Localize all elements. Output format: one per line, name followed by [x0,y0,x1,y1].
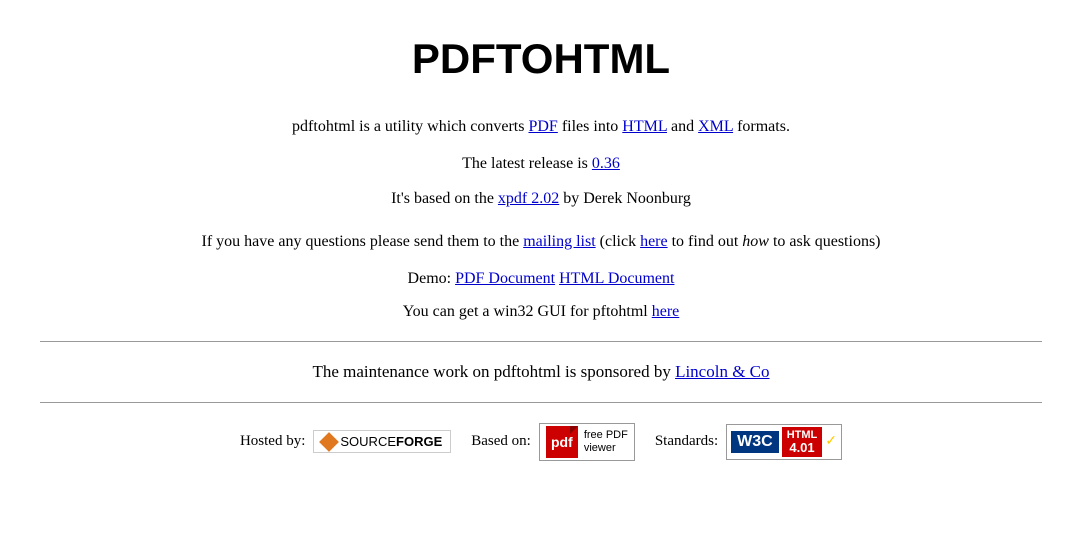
xpdf-paragraph: It's based on the xpdf 2.02 by Derek Noo… [40,185,1042,212]
intro-paragraph: pdftohtml is a utility which converts PD… [40,113,1042,140]
based-on-item: Based on: pdf free PDF viewer [471,423,635,461]
demo-paragraph: Demo: PDF Document HTML Document [40,270,1042,288]
intro-text-mid1: files into [558,118,622,135]
win32-section: You can get a win32 GUI for pftohtml her… [40,303,1042,321]
lincoln-co-link[interactable]: Lincoln & Co [675,362,769,381]
main-container: PDFTOHTML pdftohtml is a utility which c… [0,0,1082,501]
how-text: how [742,233,769,250]
pdf-viewer-badge[interactable]: pdf free PDF viewer [539,423,635,461]
questions-text-end: to ask questions) [769,233,881,250]
sf-text: SOURCEFORGE [340,434,442,449]
win32-paragraph: You can get a win32 GUI for pftohtml her… [40,303,1042,321]
questions-text-after: to find out [668,233,743,250]
intro-section: pdftohtml is a utility which converts PD… [40,113,1042,140]
xml-link[interactable]: XML [698,118,733,135]
divider-bottom [40,402,1042,403]
questions-section: If you have any questions please send th… [40,228,1042,255]
pdf-badge-line1: free PDF [584,429,628,442]
html-doc-link[interactable]: HTML Document [559,270,674,287]
w3c-logo: W3C [731,431,779,453]
sourceforge-badge[interactable]: SOURCEFORGE [313,430,451,453]
release-paragraph: The latest release is 0.36 [40,150,1042,177]
w3c-checkmark-icon: ✓ [825,433,837,450]
w3c-html-label: HTML [787,429,818,441]
page-title: PDFTOHTML [40,20,1042,83]
pdf-link[interactable]: PDF [528,118,557,135]
hosted-label: Hosted by: [240,433,305,450]
questions-text-before: If you have any questions please send th… [202,233,524,250]
based-label: Based on: [471,433,531,450]
standards-label: Standards: [655,433,718,450]
xpdf-link[interactable]: xpdf 2.02 [498,190,559,207]
pdf-icon: pdf [546,426,578,458]
intro-text-mid2: and [667,118,698,135]
footer-section: Hosted by: SOURCEFORGE Based on: pdf fre… [40,423,1042,481]
version-link[interactable]: 0.36 [592,155,620,172]
release-text-before: The latest release is [462,155,592,172]
sponsor-section: The maintenance work on pdftohtml is spo… [40,362,1042,382]
release-section: The latest release is 0.36 It's based on… [40,150,1042,212]
sponsor-text-before: The maintenance work on pdftohtml is spo… [312,362,675,381]
w3c-html-info: HTML 4.01 [782,427,823,457]
divider-top [40,341,1042,342]
xpdf-text-after: by Derek Noonburg [559,190,691,207]
win32-text-before: You can get a win32 GUI for pftohtml [403,303,652,320]
pdf-icon-text: pdf [551,434,573,450]
hosted-by-item: Hosted by: SOURCEFORGE [240,430,451,453]
mailing-list-link[interactable]: mailing list [523,233,595,250]
intro-text-before: pdftohtml is a utility which converts [292,118,528,135]
questions-text-middle: (click [596,233,640,250]
xpdf-text-before: It's based on the [391,190,498,207]
sf-diamond-icon [319,432,339,452]
standards-item: Standards: W3C HTML 4.01 ✓ [655,424,842,460]
win32-here-link[interactable]: here [652,303,680,320]
demo-label: Demo: [408,270,456,287]
intro-text-after: formats. [733,118,790,135]
pdf-badge-text: free PDF viewer [584,429,628,455]
pdf-doc-link[interactable]: PDF Document [455,270,555,287]
w3c-badge[interactable]: W3C HTML 4.01 ✓ [726,424,842,460]
html-link[interactable]: HTML [622,118,667,135]
pdf-badge-line2: viewer [584,442,628,455]
sf-forge-text: FORGE [396,434,442,449]
questions-here-link[interactable]: here [640,233,668,250]
demo-section: Demo: PDF Document HTML Document [40,270,1042,288]
w3c-version-label: 4.01 [789,441,814,455]
sponsor-paragraph: The maintenance work on pdftohtml is spo… [40,362,1042,382]
questions-paragraph: If you have any questions please send th… [40,228,1042,255]
